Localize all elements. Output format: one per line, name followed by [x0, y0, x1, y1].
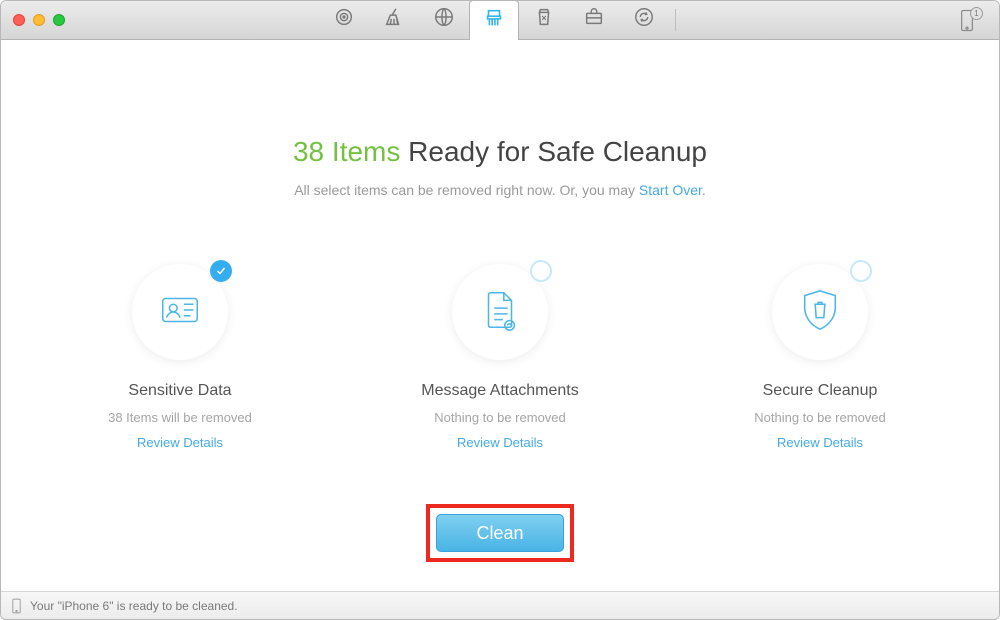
shredder-icon — [483, 7, 505, 34]
titlebar: 1 — [1, 1, 999, 40]
card-sensitive-circle[interactable] — [132, 264, 228, 360]
card-secure-review-link[interactable]: Review Details — [720, 435, 920, 450]
card-secure-sub: Nothing to be removed — [720, 410, 920, 425]
card-sensitive-sub: 38 Items will be removed — [80, 410, 280, 425]
sync-tool[interactable] — [619, 0, 669, 39]
card-sensitive-review-link[interactable]: Review Details — [80, 435, 280, 450]
target-tool[interactable] — [319, 0, 369, 39]
headline: 38 Items Ready for Safe Cleanup — [1, 136, 999, 168]
status-bar: Your "iPhone 6" is ready to be cleaned. — [1, 591, 999, 619]
device-badge: 1 — [970, 7, 983, 20]
broom-icon — [383, 6, 405, 33]
subhead-suffix: . — [702, 182, 706, 198]
sync-icon — [633, 6, 655, 33]
card-secure-cleanup: Secure Cleanup Nothing to be removed Rev… — [720, 264, 920, 450]
document-clip-icon — [477, 287, 523, 338]
shredder-tool[interactable] — [469, 0, 519, 40]
toolbar-divider — [675, 9, 676, 31]
window-controls — [13, 14, 65, 26]
card-secure-circle[interactable] — [772, 264, 868, 360]
target-icon — [333, 6, 355, 33]
minimize-window-button[interactable] — [33, 14, 45, 26]
card-secure-checkbox[interactable] — [850, 260, 872, 282]
shield-trash-icon — [797, 287, 843, 338]
headline-rest: Ready for Safe Cleanup — [400, 136, 707, 167]
globe-tool[interactable] — [419, 0, 469, 39]
start-over-link[interactable]: Start Over — [639, 182, 702, 198]
zoom-window-button[interactable] — [53, 14, 65, 26]
device-indicator[interactable]: 1 — [957, 9, 977, 37]
main-content: 38 Items Ready for Safe Cleanup All sele… — [1, 40, 999, 591]
card-attachments-circle[interactable] — [452, 264, 548, 360]
clean-highlight-box: Clean — [426, 504, 574, 562]
subhead-prefix: All select items can be removed right no… — [294, 182, 639, 198]
card-message-attachments: Message Attachments Nothing to be remove… — [400, 264, 600, 450]
card-secure-title: Secure Cleanup — [720, 382, 920, 400]
recycle-icon — [533, 6, 555, 33]
broom-tool[interactable] — [369, 0, 419, 39]
toolbox-tool[interactable] — [569, 0, 619, 39]
status-text: Your "iPhone 6" is ready to be cleaned. — [30, 599, 238, 613]
clean-button[interactable]: Clean — [436, 514, 564, 552]
card-attachments-sub: Nothing to be removed — [400, 410, 600, 425]
main-toolbar — [319, 1, 682, 39]
card-sensitive-title: Sensitive Data — [80, 382, 280, 400]
app-window: 1 38 Items Ready for Safe Cleanup All se… — [0, 0, 1000, 620]
card-attachments-title: Message Attachments — [400, 382, 600, 400]
phone-mini-icon — [11, 598, 22, 614]
globe-icon — [433, 6, 455, 33]
toolbox-icon — [583, 6, 605, 33]
headline-count: 38 Items — [293, 136, 400, 167]
category-cards: Sensitive Data 38 Items will be removed … — [1, 264, 999, 450]
card-sensitive-data: Sensitive Data 38 Items will be removed … — [80, 264, 280, 450]
id-card-icon — [157, 287, 203, 338]
close-window-button[interactable] — [13, 14, 25, 26]
card-attachments-review-link[interactable]: Review Details — [400, 435, 600, 450]
card-attachments-checkbox[interactable] — [530, 260, 552, 282]
subheadline: All select items can be removed right no… — [1, 182, 999, 198]
recycle-tool[interactable] — [519, 0, 569, 39]
card-sensitive-checkbox[interactable] — [210, 260, 232, 282]
phone-icon — [957, 19, 977, 36]
